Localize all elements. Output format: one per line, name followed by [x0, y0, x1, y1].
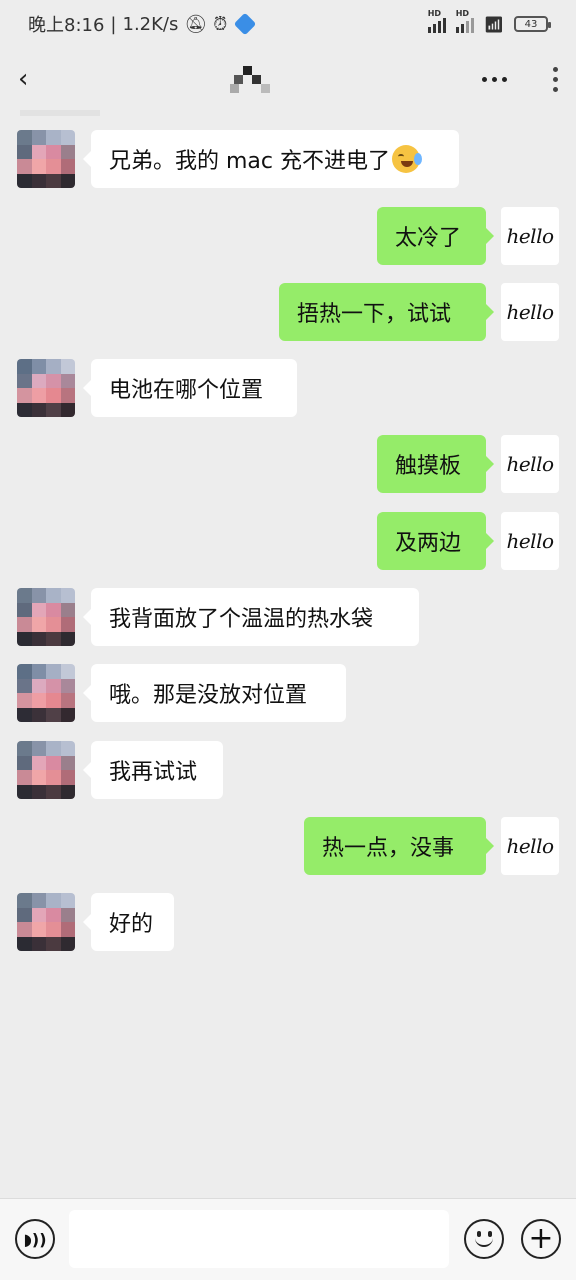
- message-text: 电池在哪个位置: [109, 378, 264, 403]
- contact-avatar[interactable]: [17, 359, 75, 417]
- status-time: 晚上8:16: [28, 15, 105, 36]
- contact-avatar[interactable]: [17, 664, 75, 722]
- message-text: 好的: [109, 912, 154, 937]
- signal-icon: HD: [427, 9, 446, 33]
- message-bubble-received[interactable]: 电池在哪个位置: [83, 359, 297, 417]
- menu-icon[interactable]: [553, 66, 558, 92]
- message-text: 热一点，没事: [322, 836, 455, 861]
- message-text: 触摸板: [395, 454, 462, 479]
- self-avatar[interactable]: hello: [501, 435, 559, 493]
- self-avatar[interactable]: hello: [501, 512, 559, 570]
- contact-avatar[interactable]: [17, 741, 75, 799]
- previous-message-edge: [20, 110, 100, 116]
- message-bubble-sent[interactable]: 热一点，没事: [304, 817, 494, 875]
- message-bubble-sent[interactable]: 太冷了: [377, 207, 494, 265]
- emoji-icon[interactable]: [464, 1219, 504, 1259]
- message-bubble-sent[interactable]: 触摸板: [377, 435, 494, 493]
- message-input[interactable]: [69, 1210, 449, 1268]
- message-text: 哦。那是没放对位置: [109, 683, 308, 708]
- message-bubble-sent[interactable]: 及两边: [377, 512, 494, 570]
- chat-title-pixelated: [230, 66, 274, 94]
- more-icon[interactable]: [482, 76, 507, 82]
- message-bubble-sent[interactable]: 捂热一下，试试: [279, 283, 494, 341]
- status-divider: |: [110, 13, 117, 35]
- voice-icon[interactable]: ◗)): [15, 1219, 55, 1259]
- chat-header: ‹: [0, 48, 576, 110]
- battery-icon: 43: [514, 16, 551, 32]
- contact-avatar[interactable]: [17, 130, 75, 188]
- message-bubble-received[interactable]: 好的: [83, 893, 174, 951]
- alarm-icon: ⏰︎: [213, 13, 228, 35]
- message-bubble-received[interactable]: 兄弟。我的 mac 充不进电了: [83, 130, 459, 188]
- message-text: 我再试试: [109, 760, 198, 785]
- self-avatar[interactable]: hello: [501, 207, 559, 265]
- signal-icon: HD: [455, 9, 474, 33]
- message-text: 捂热一下，试试: [297, 302, 452, 327]
- message-text: 我背面放了个温温的热水袋: [109, 607, 374, 632]
- contact-avatar[interactable]: [17, 893, 75, 951]
- input-bar: ◗)) +: [0, 1198, 576, 1280]
- crying-laughing-emoji: [392, 145, 422, 173]
- message-bubble-received[interactable]: 我背面放了个温温的热水袋: [83, 588, 419, 646]
- message-text: 兄弟。我的 mac 充不进电了: [109, 149, 390, 174]
- status-bar: 晚上8:16 | 1.2K/s 🔕︎ ⏰︎ HD HD 📶︎ 43: [0, 0, 576, 48]
- back-button[interactable]: ‹: [18, 64, 48, 94]
- message-text: 太冷了: [395, 226, 462, 251]
- message-bubble-received[interactable]: 哦。那是没放对位置: [83, 664, 346, 722]
- status-net-speed: 1.2K/s: [122, 13, 179, 35]
- message-text: 及两边: [395, 531, 462, 556]
- self-avatar[interactable]: hello: [501, 283, 559, 341]
- contact-avatar[interactable]: [17, 588, 75, 646]
- mute-icon: 🔕︎: [184, 13, 208, 35]
- app-notification-icon: [233, 12, 257, 36]
- plus-icon[interactable]: +: [521, 1219, 561, 1259]
- message-bubble-received[interactable]: 我再试试: [83, 741, 223, 799]
- self-avatar[interactable]: hello: [501, 817, 559, 875]
- wifi-icon: 📶︎: [483, 14, 504, 34]
